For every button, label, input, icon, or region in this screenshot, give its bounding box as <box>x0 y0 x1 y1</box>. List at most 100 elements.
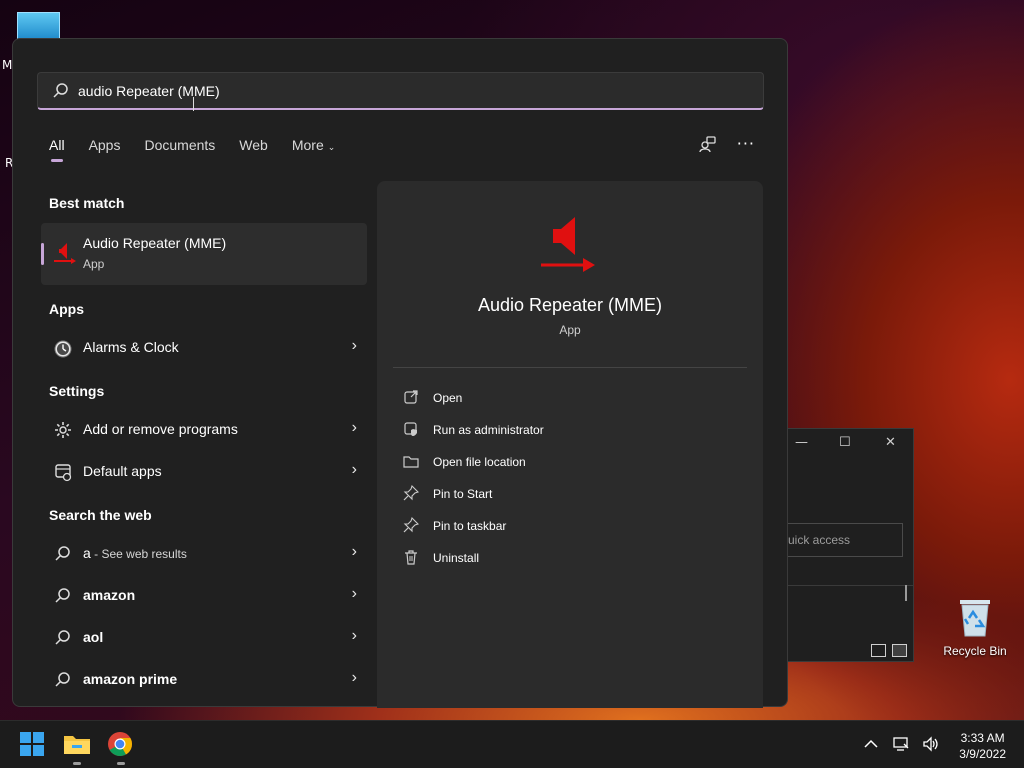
start-button[interactable] <box>19 731 47 759</box>
folder-icon <box>403 456 419 468</box>
pin-icon <box>403 485 419 501</box>
audio-repeater-app-icon <box>541 217 595 272</box>
best-match-name: Audio Repeater (MME) <box>83 235 227 251</box>
apps-heading: Apps <box>49 301 84 317</box>
chevron-right-icon: › <box>351 419 357 436</box>
minimize-icon[interactable]: — <box>795 435 808 450</box>
setting-item-default-apps[interactable]: Default apps › <box>49 457 359 487</box>
divider <box>787 585 913 586</box>
volume-icon[interactable] <box>922 735 940 753</box>
open-icon <box>404 390 418 404</box>
action-pin-to-start[interactable]: Pin to Start <box>403 483 733 505</box>
chevron-right-icon: › <box>351 627 357 644</box>
action-run-as-admin[interactable]: Run as administrator <box>403 419 733 441</box>
setting-item-add-remove-programs[interactable]: Add or remove programs › <box>49 415 359 445</box>
windows-logo-icon <box>20 732 44 756</box>
quick-access-placeholder: uick access <box>788 533 851 547</box>
best-match-heading: Best match <box>49 195 125 211</box>
running-indicator <box>73 762 81 765</box>
search-tabs: All Apps Documents Web More ⌄ <box>49 137 359 162</box>
best-match-item[interactable]: Audio Repeater (MME) App <box>41 223 367 285</box>
default-apps-icon <box>55 464 72 482</box>
taskbar: 3:33 AM 3/9/2022 <box>0 720 1024 768</box>
desktop-label-fragment: M <box>2 58 13 72</box>
chrome-button[interactable] <box>107 731 135 765</box>
search-icon <box>55 672 70 687</box>
web-result-aol[interactable]: aol › <box>49 623 359 653</box>
more-options-icon[interactable]: ··· <box>737 136 755 152</box>
gear-icon <box>55 422 71 438</box>
chevron-right-icon: › <box>351 669 357 686</box>
audio-repeater-app-icon <box>54 243 76 264</box>
quick-access-search[interactable]: uick access <box>787 523 903 557</box>
background-explorer-window[interactable]: — ☐ ✕ uick access <box>786 428 914 662</box>
web-result-label: amazon <box>83 587 136 603</box>
app-item-label: Alarms & Clock <box>83 339 179 355</box>
web-result-amazon[interactable]: amazon › <box>49 581 359 611</box>
web-result-suffix: - See web results <box>90 547 187 561</box>
web-result-label: amazon prime <box>83 671 178 687</box>
recycle-bin[interactable]: Recycle Bin <box>942 596 1008 658</box>
network-icon[interactable] <box>892 735 910 753</box>
folder-icon <box>64 736 90 754</box>
tab-apps[interactable]: Apps <box>89 137 121 161</box>
recycle-bin-icon <box>957 596 993 638</box>
tab-more[interactable]: More ⌄ <box>292 137 335 161</box>
action-label: Open file location <box>433 455 526 469</box>
system-tray <box>862 735 940 753</box>
tiles-view-icon[interactable] <box>892 644 907 657</box>
action-open-file-location[interactable]: Open file location <box>403 451 733 473</box>
action-uninstall[interactable]: Uninstall <box>403 547 733 569</box>
clock-date: 3/9/2022 <box>959 747 1006 761</box>
chevron-down-icon: ⌄ <box>327 142 336 152</box>
web-result-label: a <box>83 545 91 561</box>
close-icon[interactable]: ✕ <box>885 435 896 450</box>
admin-shield-icon <box>404 422 417 436</box>
pin-icon <box>403 517 419 533</box>
app-item-alarms-clock[interactable]: Alarms & Clock › <box>49 333 359 363</box>
running-indicator <box>117 762 125 765</box>
action-label: Uninstall <box>433 551 480 565</box>
alarm-clock-icon <box>54 340 72 358</box>
details-view-icon[interactable] <box>871 644 886 657</box>
action-open[interactable]: Open <box>403 387 733 409</box>
clock[interactable]: 3:33 AM 3/9/2022 <box>959 730 1006 762</box>
search-box[interactable] <box>37 72 764 110</box>
recycle-bin-label: Recycle Bin <box>943 644 1007 658</box>
setting-item-label: Default apps <box>83 463 162 479</box>
search-web-heading: Search the web <box>49 507 152 523</box>
chevron-up-icon[interactable] <box>862 735 880 753</box>
tab-documents[interactable]: Documents <box>144 137 215 161</box>
setting-item-label: Add or remove programs <box>83 421 238 437</box>
search-icon <box>53 83 68 98</box>
action-pin-to-taskbar[interactable]: Pin to taskbar <box>403 515 733 537</box>
trash-icon <box>405 550 417 565</box>
tab-web[interactable]: Web <box>239 137 268 161</box>
action-label: Run as administrator <box>433 423 544 437</box>
web-result-label: aol <box>83 629 104 645</box>
chevron-right-icon: › <box>351 543 357 560</box>
chevron-right-icon: › <box>351 461 357 478</box>
settings-heading: Settings <box>49 383 105 399</box>
web-result-amazon-prime[interactable]: amazon prime › <box>49 665 359 695</box>
action-label: Pin to taskbar <box>433 519 507 533</box>
detail-title: Audio Repeater (MME) <box>477 295 663 315</box>
scrollbar[interactable] <box>905 585 907 601</box>
action-label: Pin to Start <box>433 487 493 501</box>
search-icon <box>55 588 70 603</box>
search-icon <box>55 630 70 645</box>
web-result-a[interactable]: a - See web results › <box>49 539 359 569</box>
divider <box>393 367 747 368</box>
maximize-icon[interactable]: ☐ <box>839 435 851 450</box>
search-icon <box>55 546 70 561</box>
clock-time: 3:33 AM <box>960 731 1005 745</box>
tab-all[interactable]: All <box>49 137 65 162</box>
chevron-right-icon: › <box>351 337 357 354</box>
search-panel: All Apps Documents Web More⌄ ··· Best ma… <box>12 38 788 708</box>
text-cursor <box>193 97 194 111</box>
detail-type: App <box>559 323 581 337</box>
search-input[interactable] <box>78 78 738 104</box>
file-explorer-button[interactable] <box>63 731 91 765</box>
account-switch-icon[interactable] <box>699 135 717 153</box>
tab-more-label: More <box>291 137 324 153</box>
